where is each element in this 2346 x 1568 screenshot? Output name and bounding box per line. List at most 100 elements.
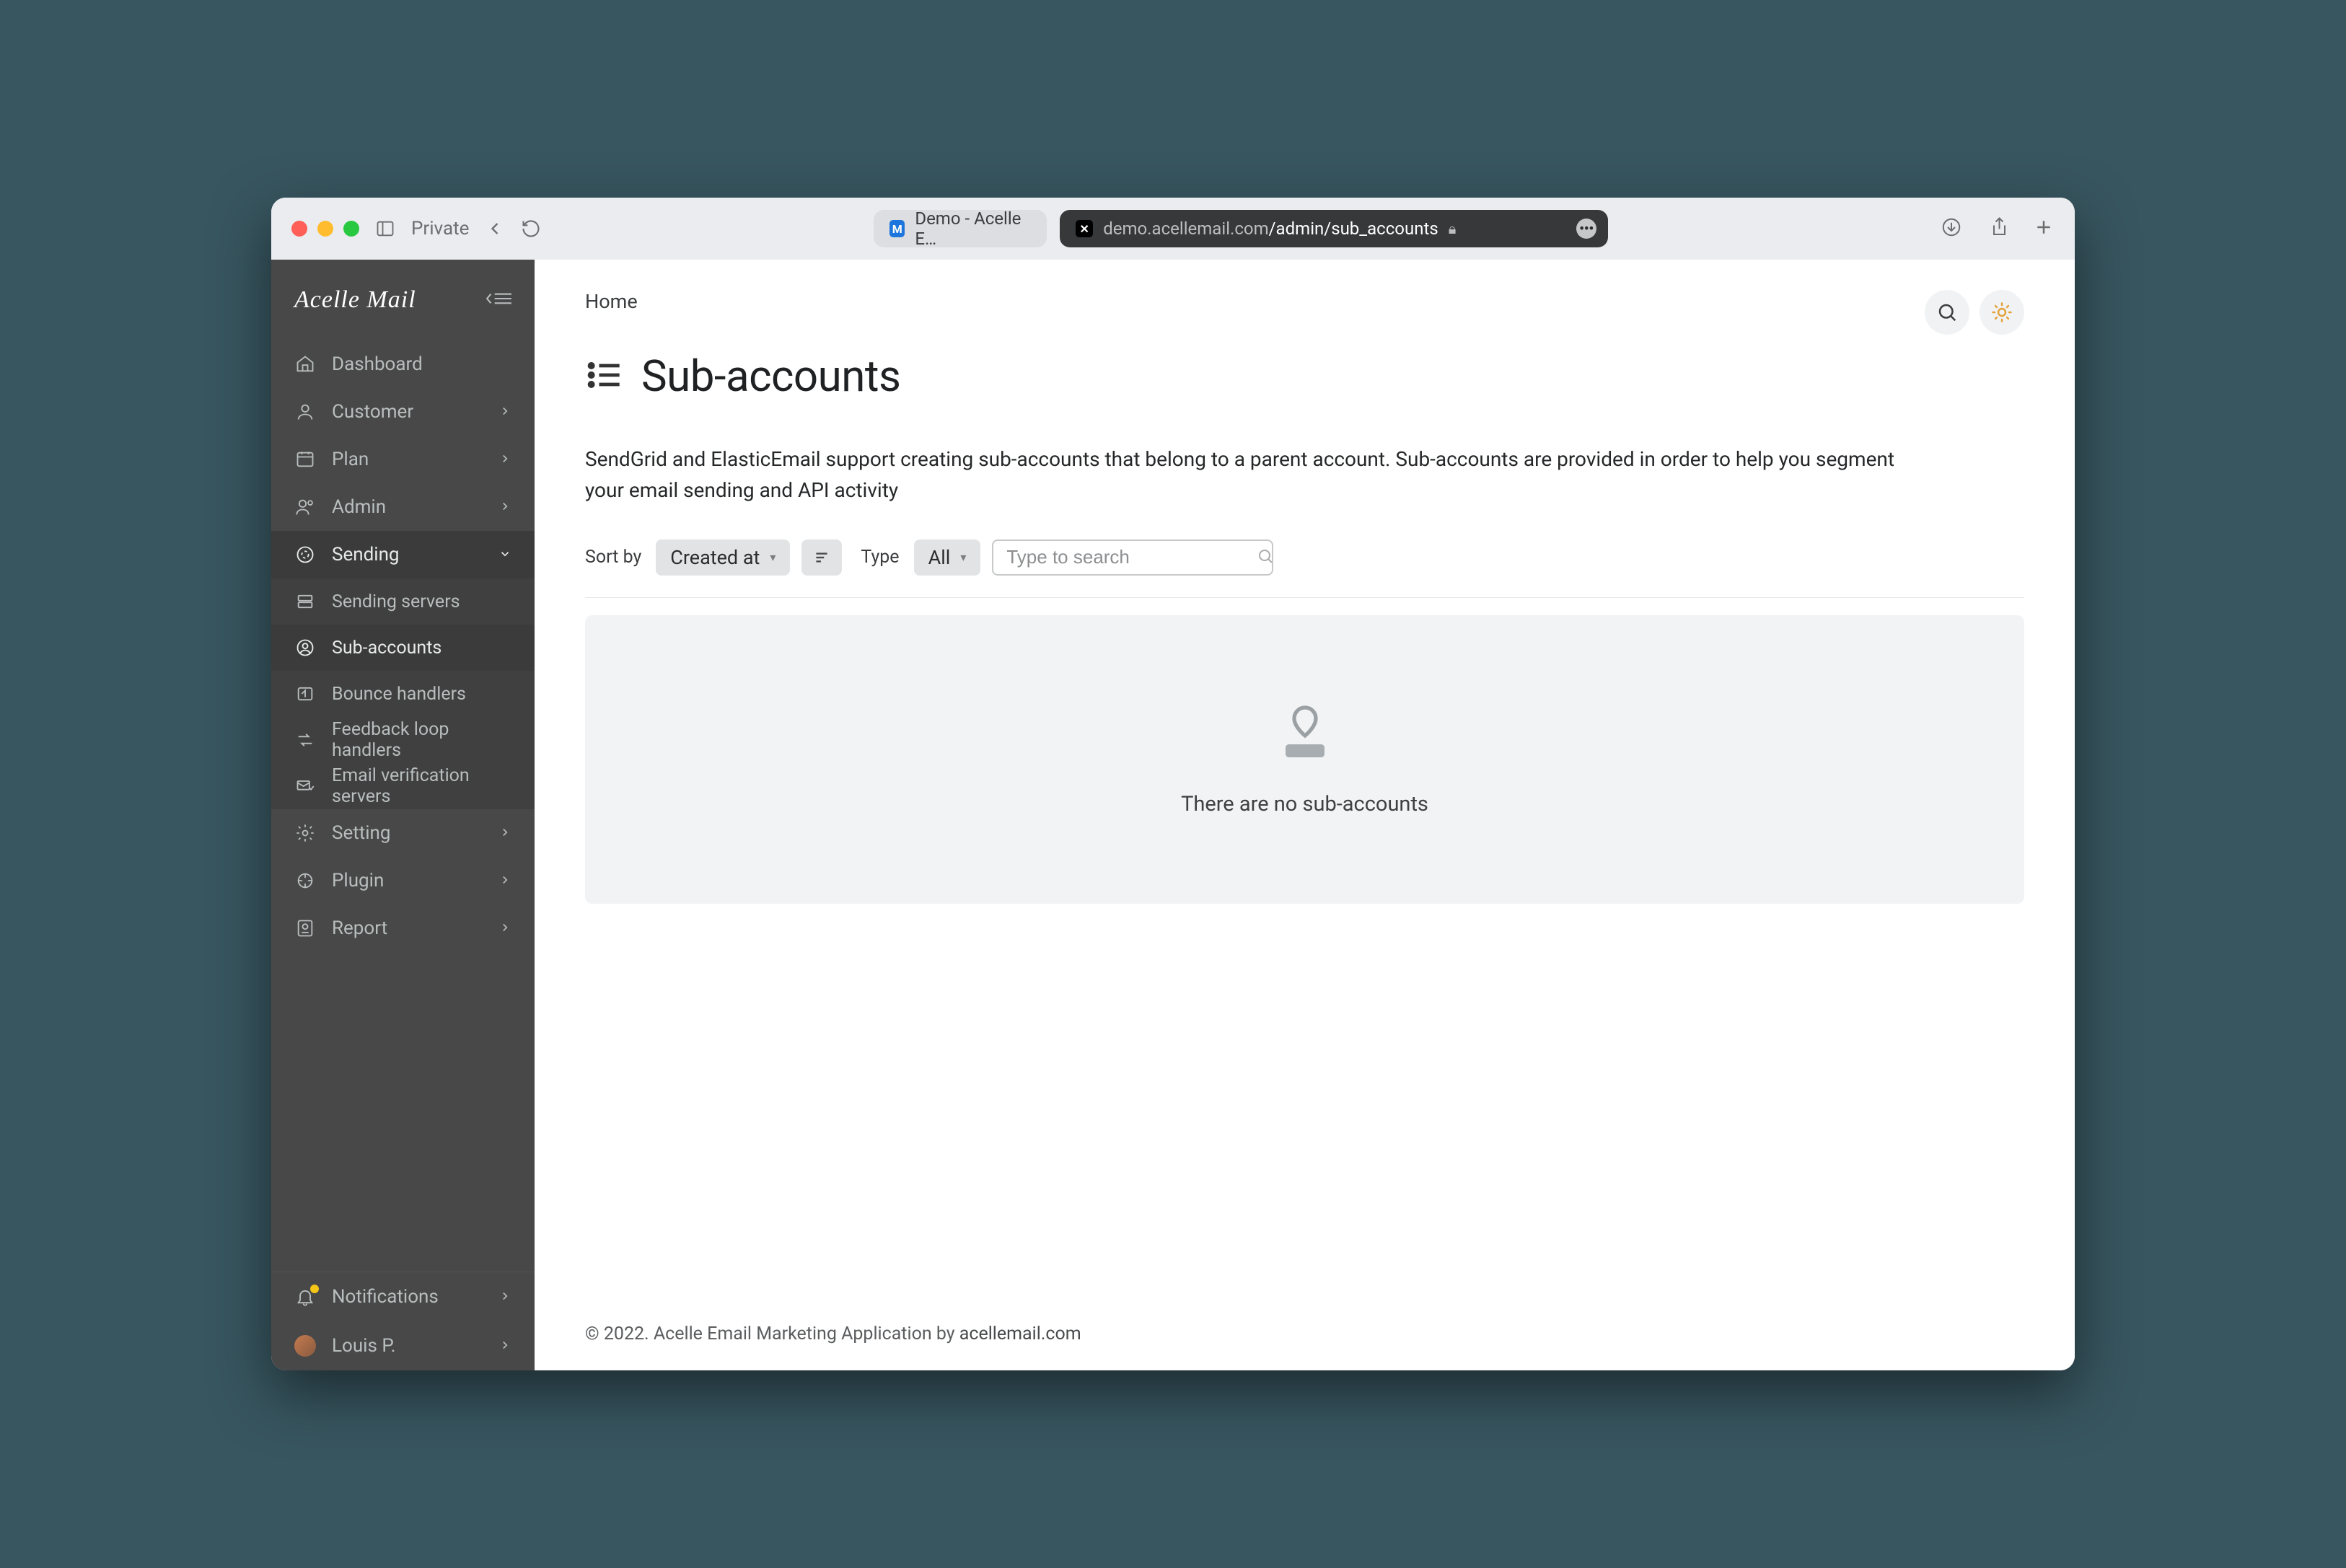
- sidebar-item-report[interactable]: Report: [271, 904, 535, 952]
- sidebar-item-label: Customer: [332, 401, 483, 423]
- page-description: SendGrid and ElasticEmail support creati…: [585, 444, 1898, 506]
- app-footer: © 2022. Acelle Email Marketing Applicati…: [535, 1302, 2075, 1370]
- search-button[interactable]: [1925, 290, 1969, 335]
- avatar: [294, 1335, 316, 1357]
- user-icon: [294, 401, 316, 423]
- brand-logo[interactable]: Acelle Mail: [294, 286, 416, 314]
- main-content: Home Sub-accounts: [535, 260, 2075, 1370]
- sidebar-item-user-menu[interactable]: Louis P.: [271, 1321, 535, 1370]
- chevron-down-icon: [498, 544, 511, 565]
- sidebar-item-sending[interactable]: Sending: [271, 531, 535, 578]
- sidebar-item-admin[interactable]: Admin: [271, 483, 535, 531]
- sidebar-item-label: Sub-accounts: [332, 638, 511, 659]
- chevron-right-icon: [498, 401, 511, 423]
- bounce-icon: [294, 683, 316, 705]
- caret-down-icon: ▾: [770, 550, 776, 564]
- sidebar-footer: Notifications Louis P.: [271, 1272, 535, 1370]
- server-icon: [294, 591, 316, 612]
- empty-state-message: There are no sub-accounts: [1181, 792, 1428, 816]
- tab-title: Demo - Acelle E…: [915, 208, 1031, 249]
- footer-link[interactable]: acellemail.com: [959, 1323, 1081, 1344]
- browser-toolbar: Private M Demo - Acelle E… ✕ demo.acelle…: [271, 198, 2075, 260]
- theme-toggle-button[interactable]: [1980, 290, 2024, 335]
- private-mode-label: Private: [411, 218, 469, 239]
- tab-more-button[interactable]: •••: [1576, 219, 1596, 239]
- url-path: /admin/sub_accounts: [1269, 219, 1438, 239]
- back-button[interactable]: [485, 219, 505, 239]
- app-sidebar: Acelle Mail Dashboard Customer Plan: [271, 260, 535, 1370]
- chevron-right-icon: [498, 822, 511, 844]
- chevron-right-icon: [498, 870, 511, 891]
- new-tab-button[interactable]: [2033, 216, 2055, 241]
- sort-direction-button[interactable]: [801, 539, 842, 576]
- chevron-right-icon: [498, 1286, 511, 1308]
- list-icon: [585, 356, 623, 397]
- sidebar-item-bounce-handlers[interactable]: Bounce handlers: [271, 671, 535, 717]
- chevron-right-icon: [498, 1335, 511, 1357]
- type-value: All: [928, 546, 951, 569]
- downloads-button[interactable]: [1941, 216, 1962, 241]
- tab-favicon: ✕: [1076, 220, 1093, 237]
- sidebar-toggle-button[interactable]: [375, 219, 395, 239]
- sidebar-item-label: Admin: [332, 496, 483, 518]
- sidebar-nav: Dashboard Customer Plan Admin: [271, 340, 535, 1272]
- browser-right-actions: [1941, 216, 2055, 241]
- sidebar-item-plugin[interactable]: Plugin: [271, 857, 535, 904]
- type-select[interactable]: All ▾: [914, 539, 981, 576]
- caret-down-icon: ▾: [960, 550, 966, 564]
- sidebar-item-sending-servers[interactable]: Sending servers: [271, 578, 535, 625]
- share-button[interactable]: [1987, 216, 2008, 241]
- tab-favicon: M: [889, 220, 905, 237]
- browser-tab-active[interactable]: ✕ demo.acellemail.com/admin/sub_accounts…: [1060, 210, 1608, 247]
- minimize-window-button[interactable]: [317, 221, 333, 237]
- report-icon: [294, 917, 316, 939]
- sidebar-item-label: Louis P.: [332, 1335, 483, 1357]
- tab-url: demo.acellemail.com/admin/sub_accounts: [1103, 219, 1438, 239]
- url-host: demo.acellemail.com: [1103, 219, 1268, 239]
- breadcrumb[interactable]: Home: [585, 290, 638, 313]
- sort-by-select[interactable]: Created at ▾: [656, 539, 790, 576]
- sub-accounts-icon: [294, 637, 316, 659]
- maximize-window-button[interactable]: [343, 221, 359, 237]
- reload-button[interactable]: [521, 219, 541, 239]
- top-actions: [1925, 290, 2024, 335]
- page-title: Sub-accounts: [641, 351, 900, 402]
- feedback-loop-icon: [294, 729, 316, 751]
- sidebar-item-sub-accounts[interactable]: Sub-accounts: [271, 625, 535, 671]
- sidebar-item-label: Plugin: [332, 870, 483, 891]
- sidebar-item-label: Notifications: [332, 1286, 483, 1308]
- chevron-right-icon: [498, 917, 511, 939]
- chevron-right-icon: [498, 449, 511, 470]
- empty-state: There are no sub-accounts: [585, 615, 2024, 904]
- sidebar-sending-submenu: Sending servers Sub-accounts Bounce hand…: [271, 578, 535, 809]
- browser-tab-inactive[interactable]: M Demo - Acelle E…: [874, 210, 1047, 247]
- plan-icon: [294, 449, 316, 470]
- sidebar-item-label: Report: [332, 917, 483, 939]
- collapse-sidebar-button[interactable]: [486, 289, 513, 312]
- sidebar-item-dashboard[interactable]: Dashboard: [271, 340, 535, 388]
- plugin-icon: [294, 870, 316, 891]
- sidebar-item-plan[interactable]: Plan: [271, 436, 535, 483]
- type-label: Type: [861, 547, 899, 568]
- sidebar-item-label: Feedback loop handlers: [332, 719, 511, 761]
- search-input[interactable]: [1006, 546, 1248, 568]
- sidebar-item-label: Sending: [332, 544, 483, 565]
- filter-bar: Sort by Created at ▾ Type All ▾: [585, 539, 2024, 598]
- sidebar-item-label: Bounce handlers: [332, 684, 511, 705]
- sidebar-item-notifications[interactable]: Notifications: [271, 1272, 535, 1321]
- sidebar-item-label: Dashboard: [332, 353, 511, 375]
- sidebar-item-label: Email verification servers: [332, 765, 511, 807]
- sidebar-item-customer[interactable]: Customer: [271, 388, 535, 436]
- sidebar-item-email-verification[interactable]: Email verification servers: [271, 763, 535, 809]
- close-window-button[interactable]: [291, 221, 307, 237]
- sidebar-item-label: Sending servers: [332, 591, 511, 612]
- footer-copyright: © 2022. Acelle Email Marketing Applicati…: [585, 1323, 959, 1344]
- sidebar-item-label: Plan: [332, 449, 483, 470]
- sidebar-item-feedback-loop[interactable]: Feedback loop handlers: [271, 717, 535, 763]
- sending-icon: [294, 544, 316, 565]
- sidebar-item-setting[interactable]: Setting: [271, 809, 535, 857]
- bell-icon: [294, 1286, 316, 1308]
- sidebar-item-label: Setting: [332, 822, 483, 844]
- sort-by-label: Sort by: [585, 547, 641, 568]
- browser-tabs: M Demo - Acelle E… ✕ demo.acellemail.com…: [874, 210, 1608, 247]
